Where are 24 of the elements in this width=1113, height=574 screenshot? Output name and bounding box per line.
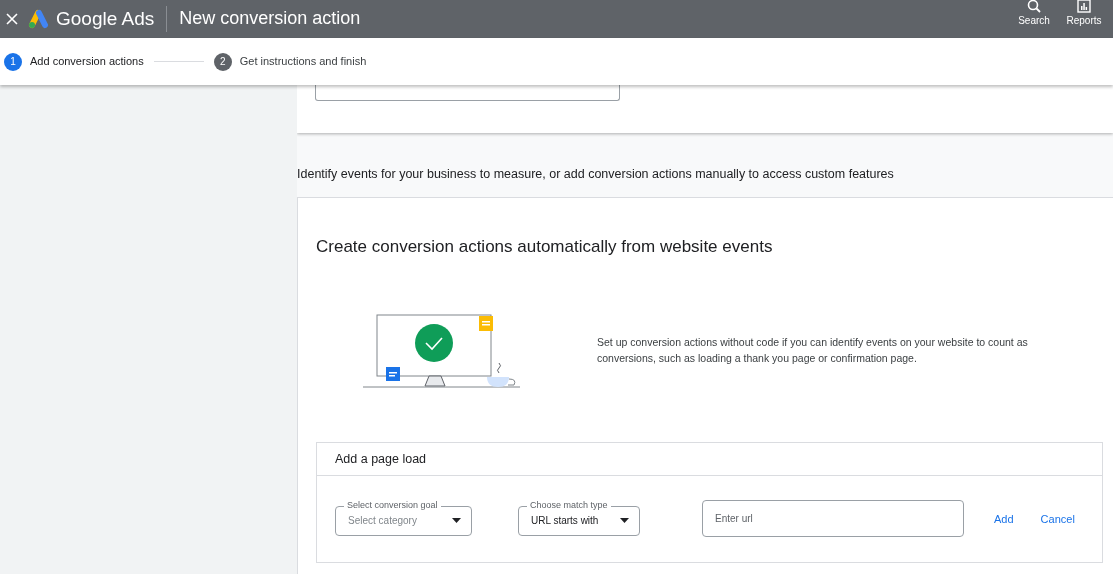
logo-icon xyxy=(28,8,50,29)
step-label[interactable]: Add conversion actions xyxy=(30,53,144,70)
step-label[interactable]: Get instructions and finish xyxy=(239,53,367,70)
page-title: New conversion action xyxy=(179,7,361,31)
input-field[interactable] xyxy=(315,85,620,102)
caret-icon xyxy=(452,517,461,523)
cancel-link[interactable]: Cancel xyxy=(1040,510,1075,528)
step-number: 1 xyxy=(4,52,22,71)
add-link[interactable]: Add xyxy=(994,510,1014,528)
card-title: Create conversion actions automatically from website events xyxy=(316,236,774,259)
intro-text: Identify events for your business to measure, or add conversion actions manually to access custom features xyxy=(297,166,895,184)
url-field[interactable]: Enter url xyxy=(702,500,964,538)
bar-chart-icon xyxy=(1077,0,1091,14)
dropdown[interactable]: Select conversion goal Select category xyxy=(335,501,472,537)
step-number: 2 xyxy=(213,52,232,71)
dropdown[interactable]: Choose match type URL starts with xyxy=(518,501,640,537)
close-icon[interactable] xyxy=(6,12,20,25)
brand-name: Google Ads xyxy=(56,6,155,31)
search-button[interactable]: Search xyxy=(1009,0,1059,29)
search-icon xyxy=(1027,0,1041,14)
description-text: Set up conversion actions without code if you can identify events on your website to count as conversions, such as loading a thank you page or confirmation page. xyxy=(597,334,1029,366)
reports-button[interactable]: Reports xyxy=(1059,0,1109,29)
panel-title: Add a page load xyxy=(317,442,1102,477)
caret-icon xyxy=(620,517,629,523)
